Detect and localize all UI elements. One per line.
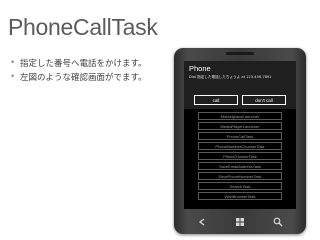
- bullet-icon: •: [10, 58, 16, 68]
- slide-title: PhoneCallTask: [8, 14, 158, 40]
- dialog-message: Dial 指定した電話したちょうよ at 123-456-7891: [189, 75, 272, 79]
- task-button-media-player-launcher[interactable]: MediaPlayerLauncher: [198, 122, 282, 130]
- task-button-phone-call-task[interactable]: PhoneCallTask: [198, 132, 282, 140]
- dialog-title: Phone: [189, 64, 211, 73]
- phone-device: Phone Dial 指定した電話したちょうよ at 123-456-7891 …: [174, 48, 306, 234]
- task-list: MarketplaceLauncher MediaPlayerLauncher …: [198, 112, 282, 202]
- bullet-text: 指定した番号へ電話をかけます。: [20, 59, 147, 69]
- windows-icon: [236, 218, 244, 226]
- task-button-marketplace-launcher[interactable]: MarketplaceLauncher: [198, 112, 282, 120]
- dont-call-button[interactable]: don't call: [242, 95, 286, 105]
- start-button[interactable]: [234, 216, 246, 228]
- back-icon: [198, 218, 205, 226]
- task-button-phone-number-chooser-task[interactable]: PhoneNumberChooserTask: [198, 142, 282, 150]
- call-button[interactable]: call: [194, 95, 238, 105]
- back-button[interactable]: [196, 216, 208, 228]
- search-icon: [273, 217, 283, 227]
- task-button-save-email-address-task[interactable]: SaveEmailAddressTask: [198, 162, 282, 170]
- phone-screen: Phone Dial 指定した電話したちょうよ at 123-456-7891 …: [184, 61, 296, 209]
- task-button-photo-chooser-task[interactable]: PhotoChooserTask: [198, 152, 282, 160]
- task-button-web-browser-task[interactable]: WebBrowserTask: [198, 192, 282, 200]
- bullet-item: • 左図のような確認画面がでます。: [10, 70, 147, 84]
- call-confirm-dialog: Phone Dial 指定した電話したちょうよ at 123-456-7891 …: [184, 61, 296, 109]
- bullet-list: • 指定した番号へ電話をかけます。 • 左図のような確認画面がでます。: [10, 56, 147, 84]
- bullet-item: • 指定した番号へ電話をかけます。: [10, 56, 147, 70]
- task-button-save-phone-number-task[interactable]: SavePhoneNumberTask: [198, 172, 282, 180]
- phone-speaker: [226, 52, 254, 55]
- bullet-text: 左図のような確認画面がでます。: [20, 73, 147, 83]
- search-button[interactable]: [272, 216, 284, 228]
- bullet-icon: •: [10, 72, 16, 82]
- task-button-search-task[interactable]: SearchTask: [198, 182, 282, 190]
